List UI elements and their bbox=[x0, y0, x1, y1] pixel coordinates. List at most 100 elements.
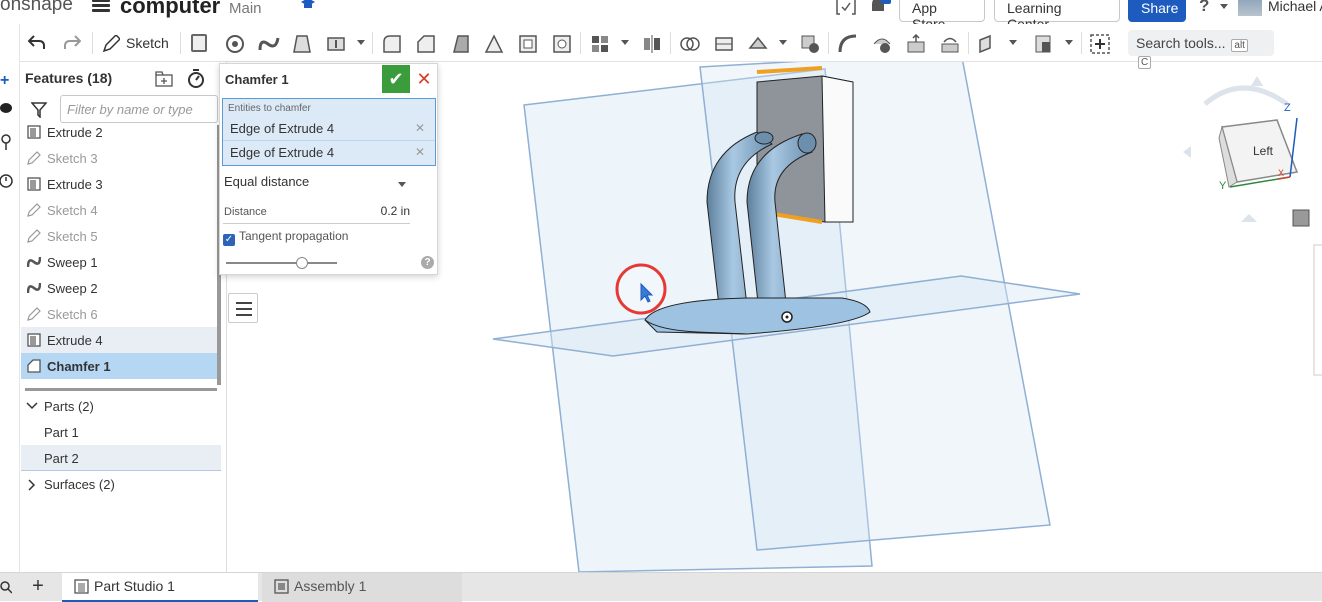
remove-entity-icon[interactable]: ✕ bbox=[415, 121, 425, 135]
versions-icon[interactable] bbox=[836, 0, 856, 16]
add-tab-icon[interactable]: + bbox=[28, 573, 48, 601]
side-panel-tab[interactable] bbox=[1313, 244, 1322, 376]
tangent-propagation-checkbox[interactable]: ✓ Tangent propagation bbox=[223, 229, 348, 246]
document-name[interactable]: computer bbox=[120, 0, 220, 19]
configurations-icon[interactable] bbox=[0, 134, 14, 150]
chamfer-icon[interactable] bbox=[416, 34, 436, 54]
chamfer-dialog: Chamfer 1 ✔ ✕ Entities to chamfer Edge o… bbox=[219, 63, 438, 275]
modify-fillet-icon[interactable] bbox=[838, 34, 858, 54]
delete-part-icon[interactable] bbox=[800, 34, 820, 54]
feature-item[interactable]: Sweep 1 bbox=[21, 249, 219, 275]
part-item-part-1[interactable]: Part 1 bbox=[21, 419, 221, 445]
hole-icon[interactable] bbox=[552, 34, 572, 54]
parts-group[interactable]: Parts (2) bbox=[21, 393, 221, 419]
chamfer-type-chevron-down-icon[interactable] bbox=[398, 182, 406, 187]
feature-toolbar: Sketch Search tools... alt C bbox=[0, 24, 1322, 69]
graduation-cap-icon[interactable] bbox=[300, 0, 316, 10]
chevron-right-icon bbox=[28, 479, 36, 491]
feature-item[interactable]: Sketch 6 bbox=[21, 301, 219, 327]
chamfer-type-select[interactable]: Equal distance bbox=[224, 174, 410, 189]
redo-icon[interactable] bbox=[63, 34, 81, 50]
workspace-name[interactable]: Main bbox=[229, 0, 262, 17]
feature-item[interactable]: Extrude 3 bbox=[21, 171, 219, 197]
tab-assembly-1[interactable]: Assembly 1 bbox=[262, 573, 462, 602]
thicken-icon[interactable] bbox=[326, 34, 346, 54]
feature-item[interactable]: Extrude 4 bbox=[21, 327, 219, 353]
share-button[interactable]: Share bbox=[1128, 0, 1186, 22]
surfaces-group[interactable]: Surfaces (2) bbox=[21, 471, 221, 497]
shell-icon[interactable] bbox=[518, 34, 538, 54]
part-item-part-2[interactable]: Part 2 bbox=[21, 445, 221, 471]
feature-item[interactable]: Chamfer 1 bbox=[21, 353, 219, 379]
cancel-x-icon[interactable]: ✕ bbox=[415, 67, 433, 91]
onshape-logo[interactable]: onshape bbox=[0, 0, 73, 16]
extrude-group-chevron-down-icon[interactable] bbox=[357, 40, 365, 45]
revolve-icon[interactable] bbox=[225, 34, 245, 54]
plane-chevron-down-icon[interactable] bbox=[1009, 40, 1017, 45]
transform-chevron-down-icon[interactable] bbox=[779, 40, 787, 45]
move-face-icon[interactable] bbox=[906, 34, 926, 54]
sweep-icon[interactable] bbox=[258, 34, 280, 54]
filter-icon[interactable] bbox=[31, 102, 47, 118]
plane-icon[interactable] bbox=[978, 34, 998, 54]
entity-item[interactable]: Edge of Extrude 4 ✕ bbox=[223, 141, 435, 165]
loft-icon[interactable] bbox=[292, 34, 312, 54]
mate-connector-icon[interactable] bbox=[1034, 34, 1054, 54]
pattern-chevron-down-icon[interactable] bbox=[621, 40, 629, 45]
feature-item[interactable]: Sketch 3 bbox=[21, 145, 219, 171]
add-custom-feature-icon[interactable] bbox=[1089, 33, 1111, 55]
distance-value[interactable]: 0.2 in bbox=[381, 204, 410, 218]
app-store-button[interactable]: App Store bbox=[899, 0, 985, 32]
add-folder-icon[interactable] bbox=[155, 71, 175, 87]
learning-center-button[interactable]: Learning Center bbox=[994, 0, 1120, 32]
viewcube-face-label[interactable]: Left bbox=[1253, 144, 1273, 158]
mate-connector-chevron-down-icon[interactable] bbox=[1065, 40, 1073, 45]
distance-field[interactable]: Distance 0.2 in bbox=[223, 202, 410, 224]
rollback-slider[interactable] bbox=[226, 257, 337, 269]
feature-item[interactable]: Sketch 4 bbox=[21, 197, 219, 223]
view-cube[interactable] bbox=[1183, 76, 1299, 222]
extrude-icon[interactable] bbox=[191, 34, 207, 52]
accept-checkmark-icon[interactable]: ✔ bbox=[382, 65, 410, 93]
boolean-icon[interactable] bbox=[680, 34, 700, 54]
mirror-icon[interactable] bbox=[642, 34, 662, 54]
feature-label: Extrude 2 bbox=[47, 125, 103, 140]
transform-icon[interactable] bbox=[748, 34, 770, 54]
rollback-timer-icon[interactable] bbox=[187, 69, 205, 89]
avatar[interactable] bbox=[1238, 0, 1262, 16]
sketch-pencil-icon[interactable] bbox=[102, 35, 120, 53]
tab-part-studio-1[interactable]: Part Studio 1 bbox=[62, 573, 258, 602]
undo-icon[interactable] bbox=[28, 34, 46, 50]
feature-item[interactable]: Sweep 2 bbox=[21, 275, 219, 301]
list-view-button[interactable] bbox=[228, 293, 258, 323]
entities-to-chamfer-field[interactable]: Entities to chamfer Edge of Extrude 4 ✕ … bbox=[222, 98, 436, 166]
draft-icon[interactable] bbox=[450, 34, 470, 54]
help-icon[interactable]: ? bbox=[1199, 0, 1209, 16]
linear-pattern-icon[interactable] bbox=[590, 34, 610, 54]
appearance-icon[interactable] bbox=[0, 102, 12, 114]
search-tools-input[interactable]: Search tools... alt C bbox=[1128, 30, 1274, 69]
help-chevron-down-icon[interactable] bbox=[1220, 4, 1228, 9]
feature-label: Sketch 6 bbox=[47, 307, 98, 322]
fillet-icon[interactable] bbox=[382, 34, 402, 54]
rib-icon[interactable] bbox=[484, 34, 504, 54]
notifications-bell-icon[interactable] bbox=[868, 0, 892, 16]
feature-list-divider[interactable] bbox=[25, 388, 217, 391]
delete-face-icon[interactable] bbox=[872, 34, 892, 54]
feature-item[interactable]: Sketch 5 bbox=[21, 223, 219, 249]
entity-item[interactable]: Edge of Extrude 4 ✕ bbox=[223, 117, 435, 141]
split-icon[interactable] bbox=[714, 34, 734, 54]
replace-face-icon[interactable] bbox=[940, 34, 960, 54]
main-menu-icon[interactable] bbox=[92, 0, 110, 15]
search-tabs-icon[interactable] bbox=[0, 580, 12, 594]
checkbox-checked-icon[interactable]: ✓ bbox=[223, 234, 235, 246]
user-name[interactable]: Michael A bbox=[1268, 0, 1322, 14]
sketch-button[interactable]: Sketch bbox=[126, 32, 169, 54]
display-mode-icon[interactable] bbox=[1292, 209, 1310, 227]
slider-knob[interactable] bbox=[296, 257, 308, 269]
feature-item[interactable]: Extrude 2 bbox=[21, 119, 219, 145]
timer-icon[interactable] bbox=[0, 172, 14, 188]
help-question-icon[interactable]: ? bbox=[421, 256, 434, 269]
remove-entity-icon[interactable]: ✕ bbox=[415, 145, 425, 159]
add-feature-icon[interactable]: + bbox=[0, 72, 9, 90]
